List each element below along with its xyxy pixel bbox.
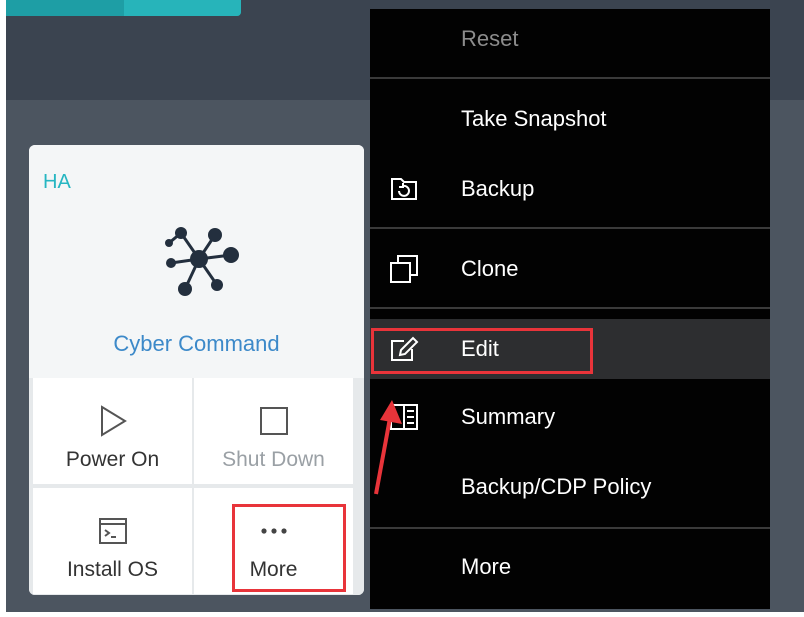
- menu-item-reset[interactable]: Reset: [370, 9, 770, 69]
- menu-item-clone[interactable]: Clone: [370, 239, 770, 299]
- power-on-label: Power On: [65, 448, 160, 471]
- top-tab-strip[interactable]: [6, 0, 241, 16]
- menu-item-summary[interactable]: Summary: [370, 387, 770, 447]
- menu-item-take-snapshot[interactable]: Take Snapshot: [370, 89, 770, 149]
- menu-item-reset-label: Reset: [461, 26, 519, 51]
- play-icon: [100, 405, 127, 437]
- menu-item-more[interactable]: More: [370, 537, 770, 597]
- menu-item-clone-label: Clone: [461, 256, 519, 281]
- more-button-highlight: [232, 504, 346, 592]
- power-on-button[interactable]: Power On: [33, 378, 192, 484]
- clone-icon: [390, 255, 418, 283]
- shut-down-button[interactable]: Shut Down: [194, 378, 353, 484]
- menu-divider: [370, 77, 770, 79]
- menu-item-backup-cdp-policy[interactable]: Backup/CDP Policy: [370, 457, 770, 517]
- backup-icon: [391, 178, 417, 200]
- menu-item-more-label: More: [461, 554, 512, 579]
- menu-item-summary-label: Summary: [461, 404, 556, 429]
- ha-badge: HA: [43, 171, 71, 193]
- vm-name-link[interactable]: Cyber Command: [29, 331, 364, 357]
- shut-down-label: Shut Down: [222, 448, 325, 471]
- red-arrow-annotation: [374, 400, 402, 495]
- vm-card-header: HA Cyber Command: [29, 145, 364, 378]
- menu-item-take-snapshot-label: Take Snapshot: [461, 106, 607, 131]
- menu-divider: [370, 227, 770, 229]
- menu-divider: [370, 307, 770, 309]
- edit-item-highlight: [371, 328, 593, 374]
- menu-item-backup-label: Backup: [461, 176, 535, 201]
- stop-icon: [259, 407, 288, 435]
- more-actions-menu: Reset Take Snapshot Backup Clone Edit Su…: [370, 9, 770, 609]
- menu-item-backup-cdp-policy-label: Backup/CDP Policy: [461, 474, 652, 499]
- terminal-icon: [98, 518, 127, 544]
- menu-divider: [370, 527, 770, 529]
- install-os-button[interactable]: Install OS: [33, 488, 192, 594]
- install-os-label: Install OS: [66, 558, 159, 581]
- menu-item-backup[interactable]: Backup: [370, 159, 770, 219]
- top-tab-active[interactable]: [124, 0, 241, 16]
- network-molecule-icon: [165, 227, 239, 296]
